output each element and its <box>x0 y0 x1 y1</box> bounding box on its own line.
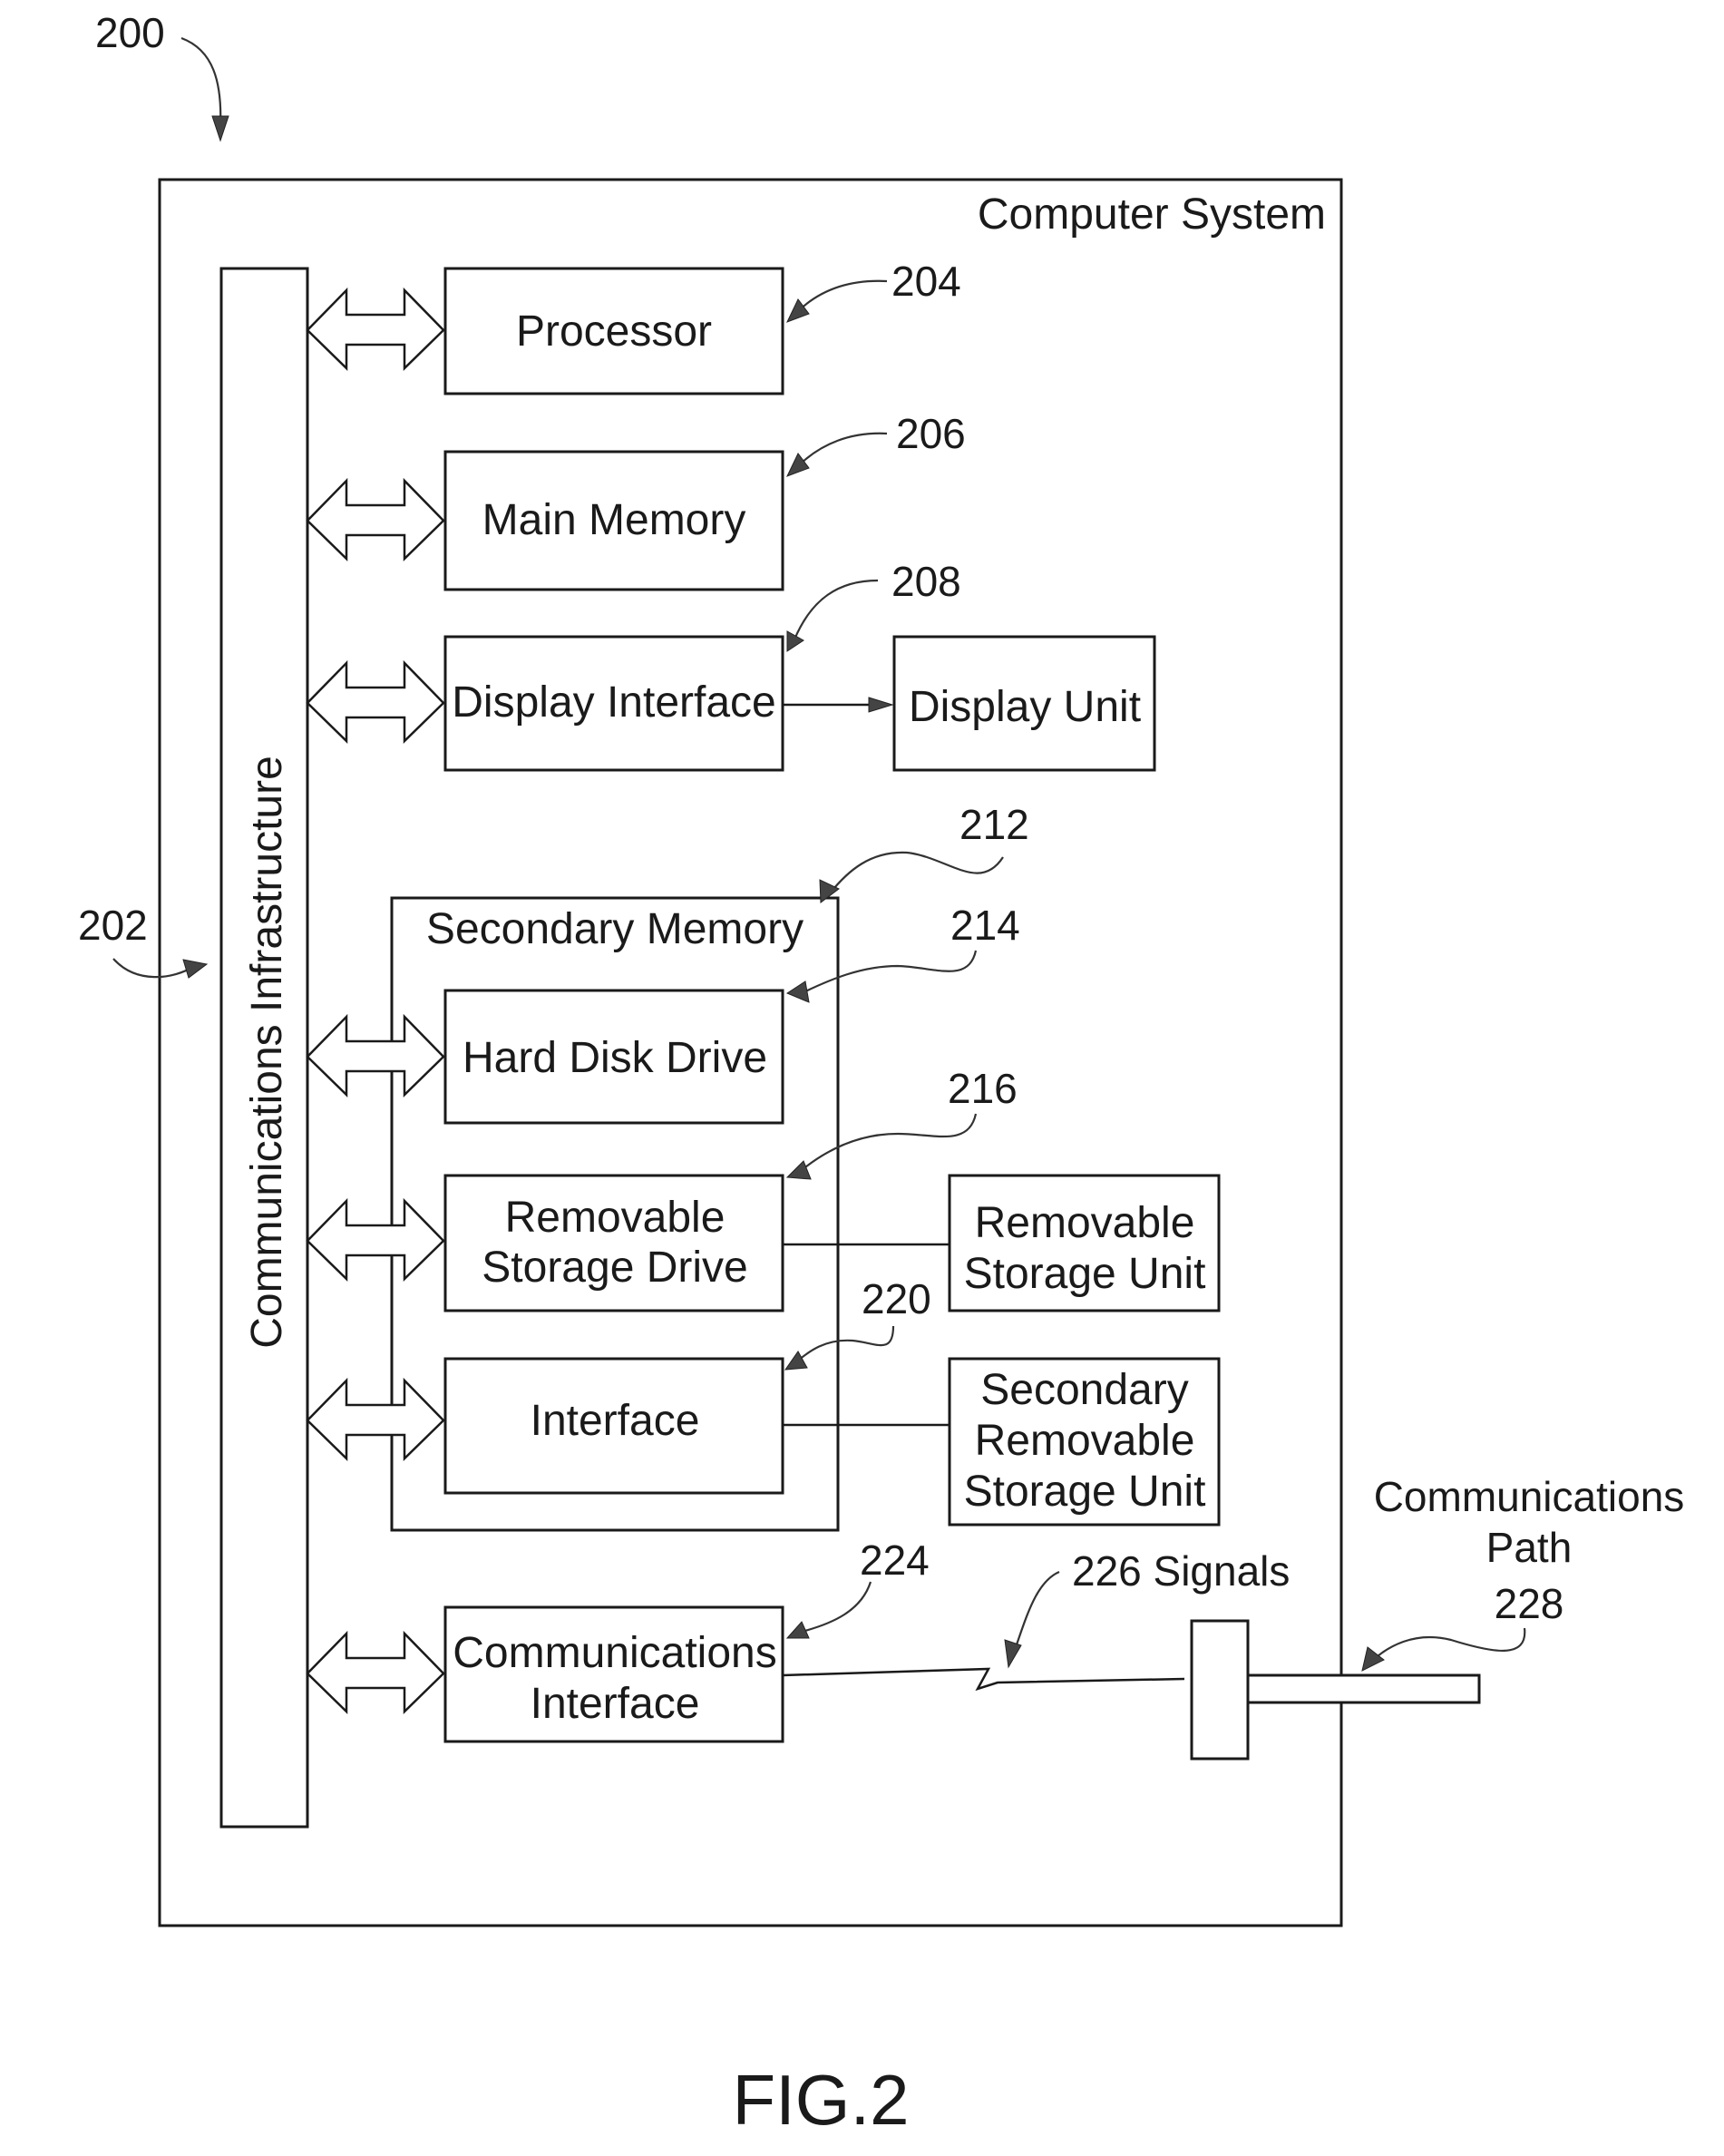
communications-path-leader <box>1370 1627 1526 1663</box>
figure-caption: FIG.2 <box>732 2060 909 2140</box>
display-interface-label: Display Interface <box>452 678 776 727</box>
hard-disk-drive-ref: 214 <box>950 902 1020 949</box>
hard-disk-drive-ref-leader <box>801 950 978 994</box>
figure-ref-leader <box>180 36 222 128</box>
communications-interface-ref: 224 <box>860 1537 930 1584</box>
main-memory-bus-arrow-icon <box>306 477 445 561</box>
secondary-memory-ref-leader <box>829 851 1004 894</box>
communications-interface-line2: Interface <box>531 1680 700 1728</box>
communications-path-arrowhead-icon <box>1361 1646 1385 1672</box>
secondary-memory-label: Secondary Memory <box>426 905 804 953</box>
hard-disk-drive-label: Hard Disk Drive <box>463 1034 767 1082</box>
communications-interface-line1: Communications <box>453 1629 776 1677</box>
signals-arrowhead-icon <box>1004 1639 1022 1669</box>
infrastructure-ref: 202 <box>78 902 148 949</box>
display-interface-ref-leader <box>793 579 879 640</box>
communications-path-line1: Communications <box>1374 1473 1685 1520</box>
display-connector-arrowhead-icon <box>868 697 894 713</box>
interface-ref-leader <box>797 1325 895 1361</box>
display-interface-bus-arrow-icon <box>306 659 445 744</box>
communications-interface-ref-arrowhead-icon <box>785 1621 810 1639</box>
communications-path-bar <box>1246 1673 1481 1704</box>
main-memory-ref-leader <box>795 432 888 469</box>
processor-ref-leader <box>795 279 888 314</box>
processor-ref: 204 <box>891 258 961 305</box>
secondary-removable-storage-unit-line2: Removable <box>975 1417 1195 1465</box>
communications-interface-bus-arrow-icon <box>306 1630 445 1714</box>
hard-disk-drive-ref-arrowhead-icon <box>785 980 810 1003</box>
main-memory-label: Main Memory <box>482 496 746 544</box>
block-diagram: 200 Computer System Communications Infra… <box>78 9 1685 2140</box>
secondary-removable-storage-unit-line3: Storage Unit <box>964 1468 1206 1516</box>
display-unit-label: Display Unit <box>909 683 1141 731</box>
main-memory-ref-arrowhead-icon <box>786 453 810 477</box>
figure-ref-number: 200 <box>95 9 165 56</box>
removable-storage-unit-line2: Storage Unit <box>964 1250 1206 1298</box>
interface-bus-arrow-icon <box>306 1377 445 1461</box>
communications-path-line2: Path <box>1486 1524 1573 1571</box>
communications-interface-ref-leader <box>797 1581 872 1634</box>
signals-label: 226 Signals <box>1072 1547 1290 1595</box>
processor-bus-arrow-icon <box>306 287 445 371</box>
infrastructure-ref-arrowhead-icon <box>182 959 209 979</box>
processor-label: Processor <box>516 307 712 356</box>
removable-storage-drive-line2: Storage Drive <box>482 1244 747 1292</box>
interface-ref: 220 <box>862 1275 931 1322</box>
secondary-removable-storage-unit-line1: Secondary <box>980 1366 1188 1414</box>
infrastructure-ref-leader <box>112 958 196 979</box>
computer-system-title: Computer System <box>978 190 1326 239</box>
removable-storage-drive-ref-leader <box>801 1113 978 1171</box>
communications-port-block <box>1190 1619 1250 1761</box>
removable-storage-drive-bus-arrow-icon <box>306 1197 445 1282</box>
display-interface-ref: 208 <box>891 558 961 605</box>
interface-ref-arrowhead-icon <box>784 1351 808 1371</box>
communications-infrastructure-label: Communications Infrastructure <box>243 756 291 1349</box>
signal-line <box>782 1667 1185 1692</box>
removable-storage-drive-ref-arrowhead-icon <box>785 1160 812 1180</box>
hard-disk-drive-bus-arrow-icon <box>306 1013 445 1098</box>
removable-storage-drive-line1: Removable <box>505 1194 726 1242</box>
secondary-memory-ref: 212 <box>959 801 1029 848</box>
interface-label: Interface <box>531 1397 700 1445</box>
main-memory-ref: 206 <box>896 410 966 457</box>
display-interface-ref-arrowhead-icon <box>786 630 804 652</box>
removable-storage-drive-ref: 216 <box>948 1065 1018 1112</box>
communications-path-ref: 228 <box>1495 1580 1564 1627</box>
removable-storage-unit-line1: Removable <box>975 1199 1195 1247</box>
processor-ref-arrowhead-icon <box>786 298 810 323</box>
figure-ref-arrowhead-icon <box>211 115 229 142</box>
